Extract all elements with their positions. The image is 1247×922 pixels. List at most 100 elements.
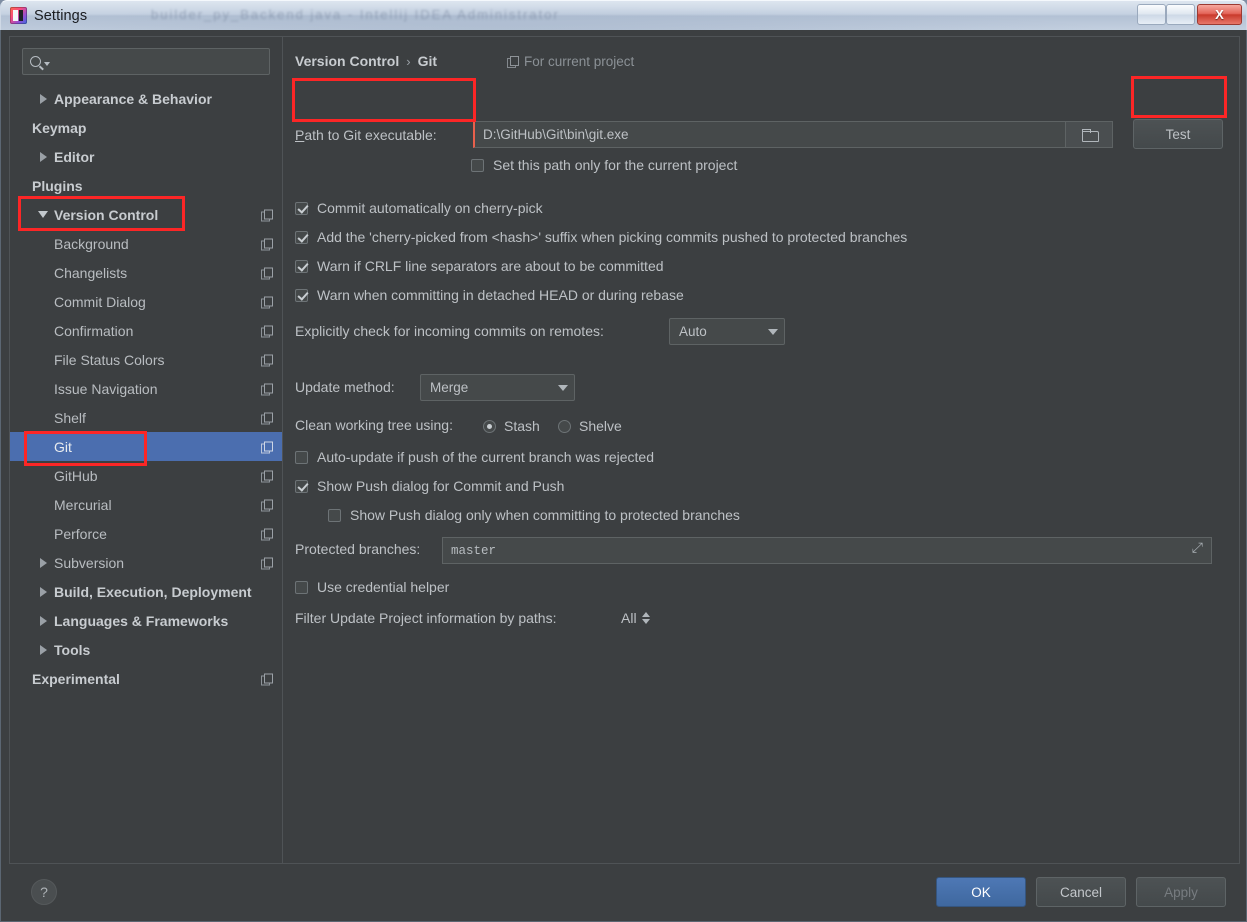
show-push-protected-row[interactable]: Show Push dialog only when committing to… <box>328 507 740 523</box>
sidebar-item-label: Background <box>54 235 129 252</box>
copy-icon <box>507 56 519 68</box>
search-icon <box>30 56 41 67</box>
add-cherrypicked-suffix-checkbox[interactable] <box>295 230 308 244</box>
sidebar-item-git[interactable]: Git <box>10 432 282 461</box>
chevron-right-icon[interactable] <box>32 587 54 597</box>
set-path-only-label: Set this path only for the current proje… <box>493 157 738 173</box>
apply-button[interactable]: Apply <box>1136 877 1226 907</box>
sidebar-item-build-execution-deployment[interactable]: Build, Execution, Deployment <box>10 577 282 606</box>
chevron-right-icon[interactable] <box>32 558 54 568</box>
update-method-dropdown[interactable]: Merge <box>420 374 575 401</box>
minimize-button[interactable] <box>1137 4 1166 25</box>
warn-crlf-checkbox[interactable] <box>295 259 308 273</box>
update-method-label: Update method: <box>295 379 395 395</box>
set-path-only-checkbox-row[interactable]: Set this path only for the current proje… <box>471 157 737 173</box>
path-to-git-label: Path to Git executable: <box>295 127 437 143</box>
copy-icon <box>261 354 273 366</box>
test-button[interactable]: Test <box>1133 119 1223 149</box>
sidebar-item-appearance-behavior[interactable]: Appearance & Behavior <box>10 84 282 113</box>
sidebar-item-shelf[interactable]: Shelf <box>10 403 282 432</box>
sidebar-item-label: Subversion <box>54 554 125 571</box>
sidebar-item-label: Commit Dialog <box>54 293 146 310</box>
sidebar-item-github[interactable]: GitHub <box>10 461 282 490</box>
warn-detached-head-label: Warn when committing in detached HEAD or… <box>317 287 684 303</box>
stash-label: Stash <box>504 418 540 434</box>
show-push-protected-checkbox[interactable] <box>328 508 341 522</box>
chevron-right-icon[interactable] <box>32 645 54 655</box>
chevron-down-icon[interactable] <box>44 62 50 66</box>
chevron-right-icon[interactable] <box>32 152 54 162</box>
stash-radio[interactable] <box>483 419 496 433</box>
filter-paths-spinner[interactable]: All <box>621 610 650 626</box>
show-push-dialog-label: Show Push dialog for Commit and Push <box>317 478 565 494</box>
copy-icon <box>261 383 273 395</box>
incoming-commits-dropdown[interactable]: Auto <box>669 318 785 345</box>
shelve-label: Shelve <box>579 418 622 434</box>
warn-crlf-row[interactable]: Warn if CRLF line separators are about t… <box>295 258 664 274</box>
sidebar-item-tools[interactable]: Tools <box>10 635 282 664</box>
sidebar-item-label: Shelf <box>54 409 86 426</box>
cancel-button[interactable]: Cancel <box>1036 877 1126 907</box>
help-button[interactable]: ? <box>31 879 57 905</box>
auto-update-push-row[interactable]: Auto-update if push of the current branc… <box>295 449 654 465</box>
sidebar-item-label: Mercurial <box>54 496 112 513</box>
add-cherrypicked-suffix-row[interactable]: Add the 'cherry-picked from <hash>' suff… <box>295 229 907 245</box>
credential-helper-row[interactable]: Use credential helper <box>295 579 449 595</box>
title-bar: builder_py_Backend java - Intellij IDEA … <box>0 0 1247 30</box>
search-box[interactable] <box>22 48 270 75</box>
clean-working-tree-label: Clean working tree using: <box>295 417 453 433</box>
warn-detached-head-checkbox[interactable] <box>295 288 308 302</box>
sidebar-item-mercurial[interactable]: Mercurial <box>10 490 282 519</box>
sidebar-item-changelists[interactable]: Changelists <box>10 258 282 287</box>
sidebar-item-label: Tools <box>54 641 91 658</box>
commit-auto-cherrypick-checkbox[interactable] <box>295 201 308 215</box>
commit-auto-cherrypick-row[interactable]: Commit automatically on cherry-pick <box>295 200 543 216</box>
copy-icon <box>261 209 273 221</box>
chevron-right-icon[interactable] <box>32 616 54 626</box>
warn-detached-head-row[interactable]: Warn when committing in detached HEAD or… <box>295 287 684 303</box>
copy-icon <box>261 296 273 308</box>
close-button[interactable]: X <box>1197 4 1242 25</box>
chevron-down-icon[interactable] <box>32 211 54 218</box>
filter-paths-value: All <box>621 610 637 626</box>
sidebar-item-confirmation[interactable]: Confirmation <box>10 316 282 345</box>
sidebar-item-label: Languages & Frameworks <box>54 612 229 629</box>
credential-helper-checkbox[interactable] <box>295 580 308 594</box>
auto-update-push-checkbox[interactable] <box>295 450 308 464</box>
set-path-only-checkbox[interactable] <box>471 158 484 172</box>
breadcrumb-parent[interactable]: Version Control <box>295 53 399 69</box>
sidebar-item-version-control[interactable]: Version Control <box>10 200 282 229</box>
show-push-dialog-row[interactable]: Show Push dialog for Commit and Push <box>295 478 564 494</box>
copy-icon <box>261 470 273 482</box>
clean-tree-shelve-option[interactable]: Shelve <box>558 418 622 434</box>
sidebar-item-plugins[interactable]: Plugins <box>10 171 282 200</box>
sidebar-item-label: Changelists <box>54 264 128 281</box>
settings-tree: Appearance & Behavior Keymap Editor Plugins… <box>10 84 282 693</box>
update-method-value: Merge <box>430 380 469 395</box>
sidebar-item-perforce[interactable]: Perforce <box>10 519 282 548</box>
sidebar-item-keymap[interactable]: Keymap <box>10 113 282 142</box>
clean-tree-stash-option[interactable]: Stash <box>483 418 540 434</box>
sidebar-item-file-status-colors[interactable]: File Status Colors <box>10 345 282 374</box>
sidebar-item-experimental[interactable]: Experimental <box>10 664 282 693</box>
expand-icon[interactable] <box>1192 540 1203 556</box>
sidebar-item-commit-dialog[interactable]: Commit Dialog <box>10 287 282 316</box>
protected-branches-input[interactable]: master <box>442 537 1212 564</box>
updown-spinner-icon[interactable] <box>641 612 650 624</box>
maximize-button[interactable] <box>1166 4 1195 25</box>
chevron-right-icon[interactable] <box>32 94 54 104</box>
show-push-dialog-checkbox[interactable] <box>295 479 308 493</box>
add-cherrypicked-suffix-label: Add the 'cherry-picked from <hash>' suff… <box>317 229 908 245</box>
sidebar-item-editor[interactable]: Editor <box>10 142 282 171</box>
settings-sidebar: Appearance & Behavior Keymap Editor Plugins… <box>10 37 283 863</box>
window-controls: X <box>1137 4 1242 25</box>
shelve-radio[interactable] <box>558 419 571 433</box>
ok-button[interactable]: OK <box>936 877 1026 907</box>
browse-path-button[interactable] <box>1065 121 1113 148</box>
search-input[interactable] <box>56 53 262 70</box>
sidebar-item-background[interactable]: Background <box>10 229 282 258</box>
sidebar-item-languages-frameworks[interactable]: Languages & Frameworks <box>10 606 282 635</box>
path-to-git-input[interactable]: D:\GitHub\Git\bin\git.exe <box>473 121 1113 148</box>
sidebar-item-issue-navigation[interactable]: Issue Navigation <box>10 374 282 403</box>
sidebar-item-subversion[interactable]: Subversion <box>10 548 282 577</box>
